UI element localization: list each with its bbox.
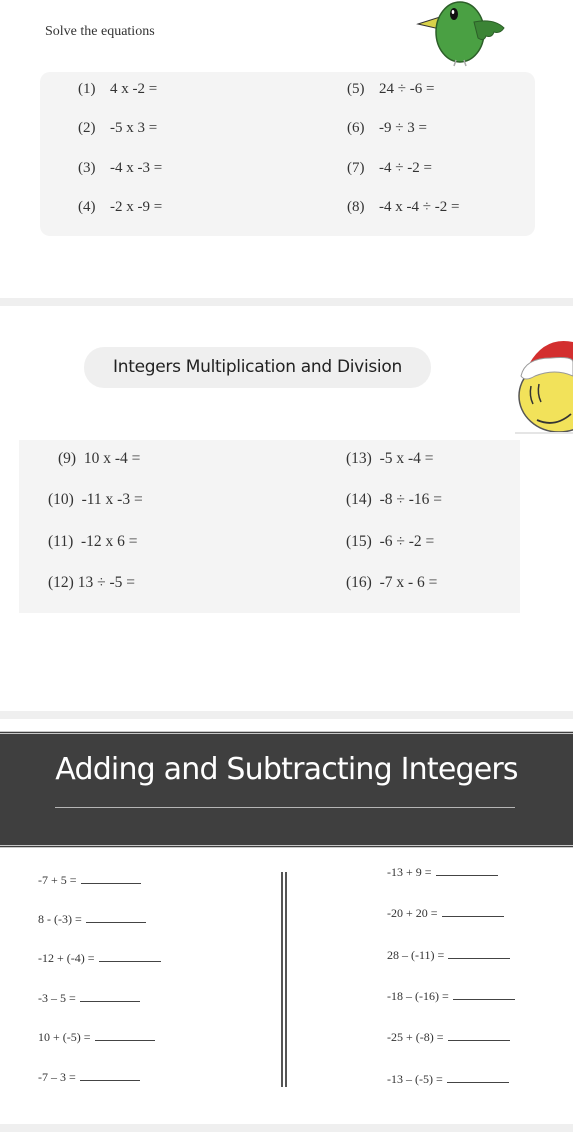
problem-expression: 8 - (-3) = (38, 912, 82, 926)
equation-expression: -4 x -4 ÷ -2 = (379, 199, 460, 215)
equation-item: (7) -4 ÷ -2 = (347, 160, 432, 177)
equation-item: (16) -7 x - 6 = (346, 574, 437, 592)
answer-blank[interactable] (446, 1081, 509, 1083)
equation-item: (5) 24 ÷ -6 = (347, 81, 434, 98)
equation-item: (12) 13 ÷ -5 = (48, 574, 135, 592)
section-title-pill: Integers Multiplication and Division (84, 347, 431, 388)
problem-item: 28 – (-11) = (387, 948, 511, 963)
equation-item: (10) -11 x -3 = (48, 491, 143, 509)
problem-expression: -7 – 3 = (38, 1070, 76, 1084)
answer-blank[interactable] (79, 1000, 140, 1002)
equation-item: (1) 4 x -2 = (78, 81, 157, 98)
problem-item: -25 + (-8) = (387, 1030, 510, 1045)
equation-expression: -9 ÷ 3 = (379, 120, 427, 136)
equation-expression: 10 x -4 = (83, 450, 141, 467)
problem-expression: 10 + (-5) = (38, 1030, 91, 1044)
equation-number: (4) (78, 199, 96, 215)
equation-number: (12) (48, 574, 74, 591)
equation-expression: -2 x -9 = (110, 199, 163, 215)
problem-item: -12 + (-4) = (38, 951, 161, 966)
equation-number: (11) (48, 533, 74, 550)
section-header-title: Adding and Subtracting Integers (55, 752, 518, 787)
answer-blank[interactable] (435, 874, 498, 876)
santa-smiley-icon (515, 340, 573, 434)
problem-item: -7 – 3 = (38, 1070, 140, 1085)
equation-number: (14) (346, 491, 372, 508)
equation-item: (11) -12 x 6 = (48, 533, 138, 551)
section-separator (0, 1124, 573, 1132)
equation-expression: -6 ÷ -2 = (379, 533, 435, 550)
equation-number: (8) (347, 199, 365, 215)
problem-item: -3 – 5 = (38, 991, 140, 1006)
equation-expression: 24 ÷ -6 = (379, 81, 435, 97)
equation-expression: -5 x -4 = (379, 450, 434, 467)
equation-number: (16) (346, 574, 372, 591)
equation-number: (7) (347, 160, 365, 176)
problem-item: -7 + 5 = (38, 873, 141, 888)
problem-expression: -13 + 9 = (387, 865, 432, 879)
answer-blank[interactable] (98, 960, 161, 962)
equation-number: (5) (347, 81, 365, 97)
header-underline (55, 807, 515, 808)
equation-expression: 4 x -2 = (110, 81, 158, 97)
equation-expression: -8 ÷ -16 = (379, 491, 443, 508)
equation-item: (3) -4 x -3 = (78, 160, 162, 177)
problem-expression: -18 – (-16) = (387, 989, 449, 1003)
equation-expression: -11 x -3 = (81, 491, 143, 508)
worksheet-instruction: Solve the equations (45, 24, 155, 39)
equation-number: (10) (48, 491, 74, 508)
equation-item: (4) -2 x -9 = (78, 199, 162, 216)
equation-number: (1) (78, 81, 96, 97)
problem-expression: -20 + 20 = (387, 906, 438, 920)
section-separator (0, 298, 573, 306)
equation-number: (2) (78, 120, 96, 136)
problem-item: 8 - (-3) = (38, 912, 146, 927)
equation-item: (8) -4 x -4 ÷ -2 = (347, 199, 459, 216)
equation-number: (13) (346, 450, 372, 467)
problem-item: -18 – (-16) = (387, 989, 515, 1004)
answer-blank[interactable] (94, 1039, 155, 1041)
equation-item: (9) 10 x -4 = (58, 450, 140, 468)
equation-item: (14) -8 ÷ -16 = (346, 491, 442, 509)
problem-item: 10 + (-5) = (38, 1030, 155, 1045)
problem-item: -13 + 9 = (387, 865, 498, 880)
answer-blank[interactable] (441, 915, 504, 917)
equation-item: (2) -5 x 3 = (78, 120, 157, 137)
equation-item: (6) -9 ÷ 3 = (347, 120, 427, 137)
problem-expression: -3 – 5 = (38, 991, 76, 1005)
answer-blank[interactable] (79, 1079, 140, 1081)
answer-blank[interactable] (447, 1039, 510, 1041)
problem-expression: 28 – (-11) = (387, 948, 445, 962)
equation-number: (6) (347, 120, 365, 136)
problem-expression: -13 – (-5) = (387, 1072, 443, 1086)
equation-expression: -5 x 3 = (110, 120, 158, 136)
equation-number: (15) (346, 533, 372, 550)
answer-blank[interactable] (80, 882, 141, 884)
equation-expression: 13 ÷ -5 = (77, 574, 135, 591)
problem-expression: -12 + (-4) = (38, 951, 95, 965)
equation-expression: -7 x - 6 = (379, 574, 438, 591)
section-header-banner (0, 731, 573, 848)
column-divider (281, 872, 283, 1087)
answer-blank[interactable] (452, 998, 515, 1000)
equation-number: (3) (78, 160, 96, 176)
problem-expression: -7 + 5 = (38, 873, 77, 887)
equation-item: (15) -6 ÷ -2 = (346, 533, 434, 551)
equation-item: (13) -5 x -4 = (346, 450, 434, 468)
equation-number: (9) (58, 450, 77, 467)
answer-blank[interactable] (448, 957, 511, 959)
equation-expression: -12 x 6 = (81, 533, 138, 550)
answer-blank[interactable] (85, 921, 146, 923)
green-bird-icon (416, 1, 505, 67)
section-separator (0, 711, 573, 719)
equation-expression: -4 x -3 = (110, 160, 163, 176)
equation-expression: -4 ÷ -2 = (379, 160, 432, 176)
problem-expression: -25 + (-8) = (387, 1030, 444, 1044)
problem-item: -20 + 20 = (387, 906, 504, 921)
problem-item: -13 – (-5) = (387, 1072, 509, 1087)
